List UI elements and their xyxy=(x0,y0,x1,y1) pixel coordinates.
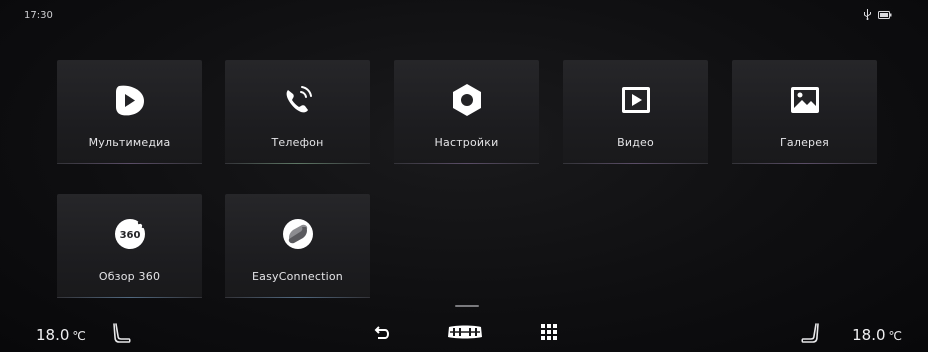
back-button[interactable] xyxy=(374,324,390,340)
app-label: Телефон xyxy=(271,136,324,149)
passenger-seat-icon xyxy=(800,322,820,344)
infotainment-screen: 17:30 Мультимедиа Телефон Настройки Виде… xyxy=(0,0,928,352)
home-button[interactable] xyxy=(446,324,484,340)
app-tile-gallery[interactable]: Галерея xyxy=(732,60,877,164)
settings-hex-icon xyxy=(447,80,487,120)
app-tile-view-360[interactable]: 360 Обзор 360 xyxy=(57,194,202,298)
video-play-icon xyxy=(616,80,656,120)
phone-icon xyxy=(278,80,318,120)
all-apps-button[interactable] xyxy=(541,324,557,340)
app-tile-settings[interactable]: Настройки xyxy=(394,60,539,164)
svg-text:360: 360 xyxy=(119,230,140,241)
status-time: 17:30 xyxy=(24,10,53,21)
drawer-handle[interactable] xyxy=(455,305,479,307)
app-tile-easyconnection[interactable]: EasyConnection xyxy=(225,194,370,298)
status-icons xyxy=(863,9,892,20)
driver-temperature[interactable]: 18.0 ℃ xyxy=(36,326,86,344)
status-bar: 17:30 xyxy=(0,0,928,28)
car-home-icon xyxy=(446,324,484,340)
app-label: Обзор 360 xyxy=(98,270,161,283)
app-label: Видео xyxy=(617,136,654,149)
back-icon xyxy=(374,324,390,340)
app-tile-multimedia[interactable]: Мультимедиа xyxy=(57,60,202,164)
multimedia-icon xyxy=(110,80,150,120)
driver-seat-icon xyxy=(112,322,132,344)
app-label: Настройки xyxy=(434,136,499,149)
passenger-temp-value: 18.0 xyxy=(852,326,886,344)
app-grid-icon xyxy=(541,324,557,340)
bottom-bar: 18.0 ℃ 18.0 ℃ xyxy=(0,312,928,352)
temp-unit: ℃ xyxy=(72,329,86,343)
passenger-temperature[interactable]: 18.0 ℃ xyxy=(852,326,902,344)
app-tile-phone[interactable]: Телефон xyxy=(225,60,370,164)
battery-icon xyxy=(878,10,892,19)
driver-seat-button[interactable] xyxy=(112,322,132,344)
app-label: Галерея xyxy=(779,136,829,149)
easyconnection-icon xyxy=(278,214,318,254)
driver-temp-value: 18.0 xyxy=(36,326,70,344)
view-360-icon: 360 xyxy=(110,214,150,254)
temp-unit: ℃ xyxy=(888,329,902,343)
gallery-image-icon xyxy=(785,80,825,120)
app-label: EasyConnection xyxy=(252,270,343,283)
usb-icon xyxy=(863,9,872,20)
passenger-seat-button[interactable] xyxy=(800,322,820,344)
app-tile-video[interactable]: Видео xyxy=(563,60,708,164)
app-label: Мультимедиа xyxy=(88,136,171,149)
